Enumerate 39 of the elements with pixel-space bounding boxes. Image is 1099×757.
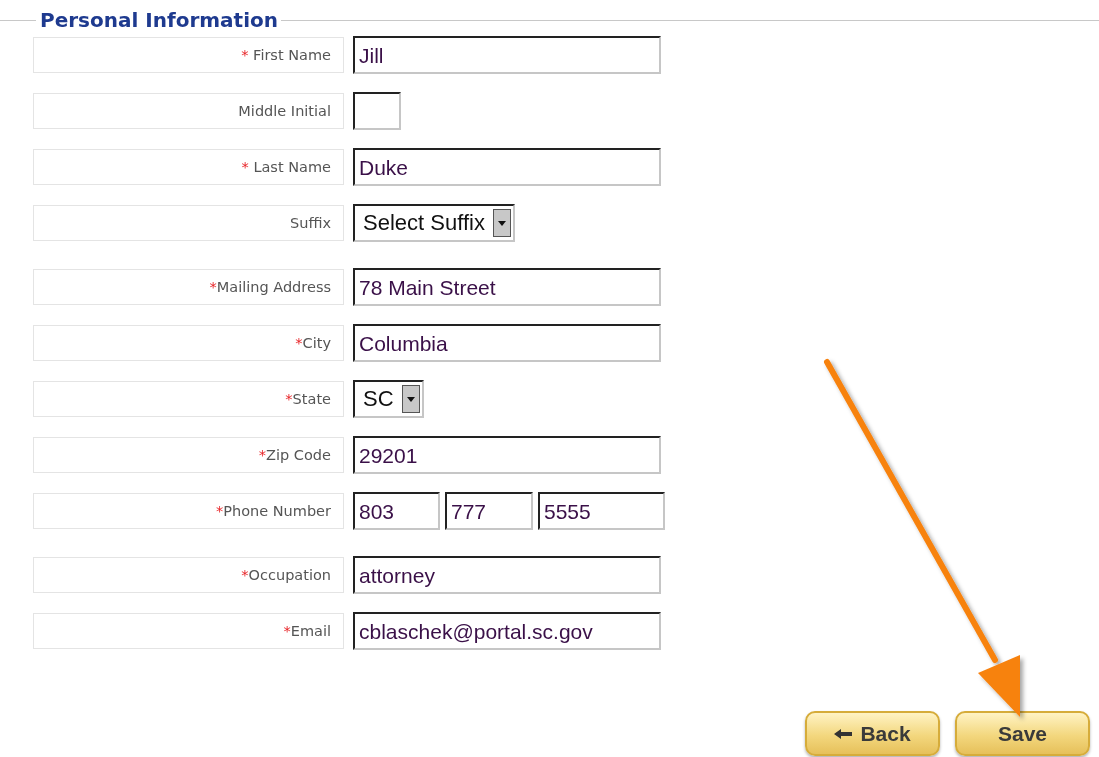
required-mark: *: [241, 567, 249, 583]
field-label: Last Name: [253, 159, 331, 175]
text-field[interactable]: cblaschek@portal.sc.gov: [353, 612, 661, 650]
required-mark: *: [285, 391, 293, 407]
field-label: Mailing Address: [216, 279, 331, 295]
text-field[interactable]: Jill: [353, 36, 661, 74]
required-mark: *: [295, 335, 303, 351]
phone-field[interactable]: 803: [353, 492, 440, 530]
field-label: Zip Code: [266, 447, 331, 463]
save-button[interactable]: Save: [955, 711, 1090, 756]
required-mark: *: [215, 503, 224, 519]
required-mark: *: [241, 47, 250, 63]
field-label: Phone Number: [223, 503, 331, 519]
field-label: Occupation: [248, 567, 331, 583]
field-label: City: [302, 335, 331, 351]
field-label: State: [292, 391, 331, 407]
field-label: Suffix: [290, 215, 331, 231]
required-mark: *: [258, 447, 267, 463]
required-mark: *: [209, 279, 217, 295]
field-label: First Name: [253, 47, 331, 63]
caret-icon: [401, 385, 420, 413]
dropdown[interactable]: Select Suffix: [353, 204, 515, 242]
caret-icon: [492, 209, 511, 237]
text-field[interactable]: Columbia: [353, 324, 661, 362]
text-field[interactable]: Duke: [353, 148, 661, 186]
left-arrow-icon: [834, 728, 853, 739]
phone-field[interactable]: 777: [445, 492, 533, 530]
back-button[interactable]: Back: [805, 711, 940, 756]
phone-field[interactable]: 5555: [538, 492, 665, 530]
text-field[interactable]: [353, 92, 401, 130]
field-label: Email: [290, 623, 331, 639]
required-mark: *: [241, 159, 250, 175]
dropdown[interactable]: SC: [353, 380, 424, 418]
text-field[interactable]: 78 Main Street: [353, 268, 661, 306]
required-mark: *: [283, 623, 291, 639]
field-label: Middle Initial: [238, 103, 331, 119]
section-title: Personal Information: [39, 8, 279, 32]
text-field[interactable]: 29201: [353, 436, 661, 474]
text-field[interactable]: attorney: [353, 556, 661, 594]
